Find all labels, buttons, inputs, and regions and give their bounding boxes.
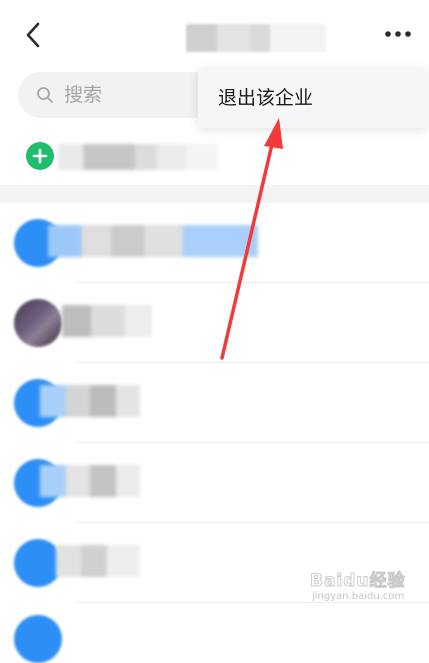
search-placeholder: 搜索 [64, 84, 103, 106]
plus-circle-icon [26, 142, 54, 170]
more-button[interactable] [380, 22, 416, 46]
contact-name-redacted [62, 305, 152, 337]
avatar [14, 539, 62, 587]
avatar [14, 615, 62, 663]
contact-name-redacted [40, 465, 140, 497]
search-icon [37, 87, 53, 103]
avatar [14, 299, 62, 347]
page-title-redacted [186, 24, 326, 52]
contact-name-redacted [40, 385, 140, 417]
exit-enterprise-menu-item[interactable]: 退出该企业 [198, 68, 429, 128]
list-item[interactable] [0, 203, 429, 283]
contact-name-redacted [48, 225, 258, 257]
chevron-left-icon [26, 22, 40, 48]
back-button[interactable] [18, 18, 52, 52]
menu-item-label: 退出该企业 [218, 87, 314, 109]
contact-name-redacted [56, 545, 140, 577]
list-item[interactable] [0, 363, 429, 443]
list-item[interactable] [0, 603, 429, 663]
more-options-menu: 退出该企业 [198, 68, 429, 128]
top-bar [0, 0, 429, 70]
list-item[interactable] [0, 283, 429, 363]
list-item[interactable] [0, 523, 429, 603]
more-dots-icon [385, 31, 411, 37]
section-divider [0, 185, 429, 203]
list-item[interactable] [0, 443, 429, 523]
add-member-row[interactable] [0, 130, 429, 182]
add-row-label-redacted [58, 144, 218, 170]
